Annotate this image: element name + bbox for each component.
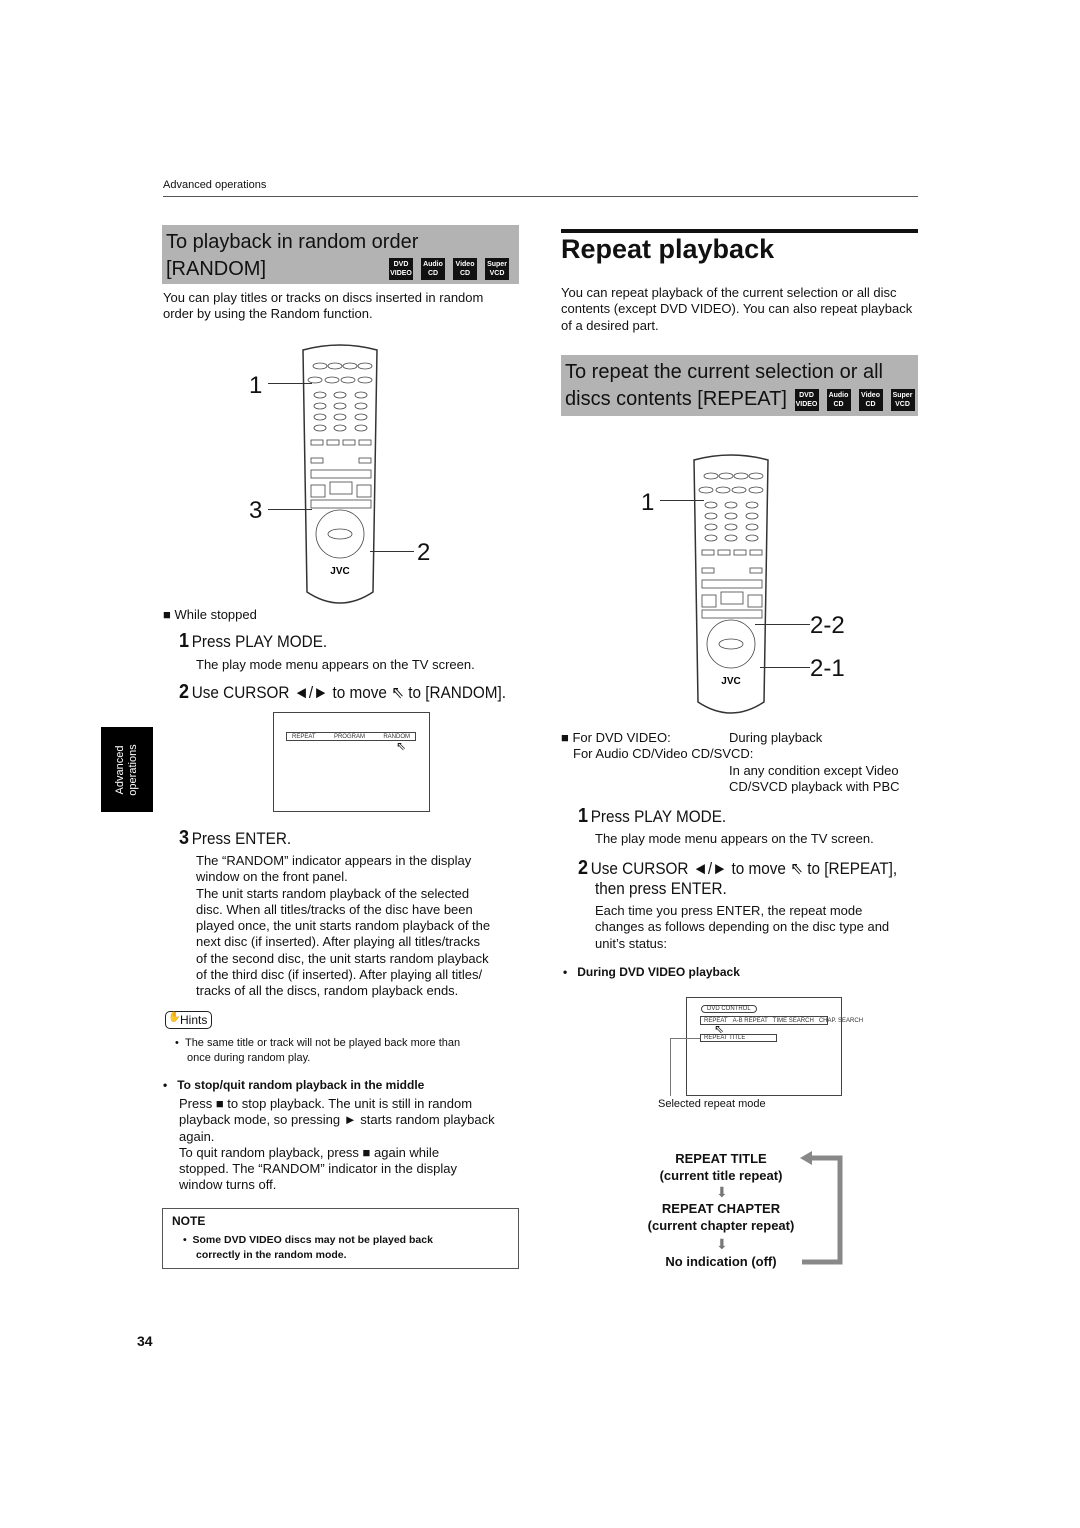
- step-1: 1 Press PLAY MODE.: [578, 805, 727, 827]
- cycle-arrow-icon: [800, 1151, 843, 1265]
- random-title-line2: [RANDOM]: [166, 258, 266, 280]
- step-1-desc: The play mode menu appears on the TV scr…: [196, 657, 475, 672]
- video-cd-badge: Video CD: [858, 388, 883, 411]
- callout-line: [760, 667, 810, 668]
- title-rule: [561, 229, 918, 233]
- menu-repeat: REPEAT: [292, 733, 316, 740]
- flow-repeat-chapter-desc: (current chapter repeat): [647, 1218, 795, 1233]
- caption-line: [670, 1038, 671, 1096]
- hint-item: • The same title or track will not be pl…: [175, 1037, 461, 1064]
- dvd-heading: • During DVD VIDEO playback: [563, 965, 740, 979]
- jvc-logo: JVC: [330, 566, 349, 577]
- repeat-title-line1: To repeat the current selection or all: [565, 361, 883, 383]
- step-3-desc: The “RANDOM” indicator appears in the di…: [196, 853, 491, 999]
- cond-dvd-label: ■ For DVD VIDEO:: [561, 730, 671, 745]
- callout-3: 3: [249, 497, 263, 524]
- flow-repeat-title: REPEAT TITLE: [675, 1151, 767, 1166]
- stop-text: Press ■ to stop playback. The unit is st…: [179, 1096, 495, 1193]
- page-number: 34: [137, 1333, 153, 1349]
- caption-line: [670, 1038, 700, 1039]
- callout-line: [268, 383, 312, 384]
- step-2-line2: then press ENTER.: [595, 879, 727, 898]
- cond-dvd-value: During playback: [729, 730, 823, 745]
- hints-label: ✋ Hints: [165, 1011, 213, 1029]
- step-3: 3 Press ENTER.: [179, 827, 292, 849]
- side-tab-line2: operations: [127, 743, 139, 796]
- osd-caption: Selected repeat mode: [658, 1098, 766, 1110]
- jvc-logo: JVC: [721, 676, 740, 687]
- cond-cd-value: In any condition except Video CD/SVCD pla…: [729, 763, 900, 795]
- callout-2: 2: [417, 539, 431, 566]
- note-label: NOTE: [172, 1214, 206, 1228]
- flow-repeat-title-desc: (current title repeat): [659, 1168, 783, 1183]
- step-1-desc: The play mode menu appears on the TV scr…: [595, 831, 874, 846]
- menu-program: PROGRAM: [333, 733, 365, 740]
- step-2-desc: Each time you press ENTER, the repeat mo…: [595, 903, 890, 951]
- audio-cd-badge: Audio CD: [421, 258, 445, 280]
- callout-line: [268, 509, 312, 510]
- super-vcd-badge: Super VCD: [890, 388, 915, 411]
- section-header: Advanced operations: [163, 179, 267, 191]
- down-arrow-icon: ⬇: [716, 1184, 728, 1200]
- super-vcd-badge: Super VCD: [485, 258, 509, 280]
- flow-no-indication: No indication (off): [665, 1254, 777, 1269]
- callout-1: 1: [641, 489, 655, 516]
- audio-cd-badge: Audio CD: [826, 388, 851, 411]
- callout-2-1: 2-1: [810, 655, 845, 682]
- dvd-video-badge: DVD VIDEO: [794, 388, 819, 411]
- random-title-line1: To playback in random order: [166, 231, 419, 253]
- repeat-intro: You can repeat playback of the current s…: [561, 285, 913, 333]
- side-tab-line1: Advanced: [114, 745, 126, 794]
- callout-line: [755, 624, 810, 625]
- step-1: 1 Press PLAY MODE.: [179, 630, 328, 652]
- step-2: 2 Use CURSOR ◄/► to move ⇖ to [REPEAT],: [578, 857, 898, 879]
- hand-icon: ✋: [168, 1012, 181, 1023]
- step-2: 2 Use CURSOR ◄/► to move ⇖ to [RANDOM].: [179, 681, 507, 703]
- page-title: Repeat playback: [561, 234, 775, 264]
- note-item: • Some DVD VIDEO discs may not be played…: [183, 1234, 433, 1261]
- video-cd-badge: Video CD: [453, 258, 477, 280]
- repeat-title-line2: discs contents [REPEAT] DVD VIDEOAudio CDV…: [565, 386, 915, 412]
- remote-control-illustration: JVC: [693, 454, 769, 714]
- callout-2-2: 2-2: [810, 612, 845, 639]
- callout-line: [660, 500, 704, 501]
- tv-screen-random: [273, 712, 430, 812]
- cond-cd-label: For Audio CD/Video CD/SVCD:: [573, 746, 754, 761]
- flow-repeat-chapter: REPEAT CHAPTER: [661, 1201, 781, 1216]
- condition-text: ■ While stopped: [163, 607, 257, 622]
- selected-repeat-mode: REPEAT TITLE: [700, 1034, 777, 1042]
- stop-heading: • To stop/quit random playback in the mi…: [163, 1078, 425, 1092]
- random-intro: You can play titles or tracks on discs i…: [163, 290, 484, 322]
- header-rule: [163, 196, 918, 197]
- down-arrow-icon: ⬇: [716, 1236, 728, 1252]
- callout-line: [370, 551, 414, 552]
- dvd-control-label: DVD CONTROL: [701, 1005, 757, 1013]
- callout-1: 1: [249, 372, 263, 399]
- side-tab: Advanced operations: [101, 727, 153, 812]
- cursor-arrow-icon: ⇖: [396, 739, 407, 753]
- disc-badges: DVD VIDEO Audio CD Video CD Super VCD: [381, 258, 509, 280]
- dvd-video-badge: DVD VIDEO: [389, 258, 413, 280]
